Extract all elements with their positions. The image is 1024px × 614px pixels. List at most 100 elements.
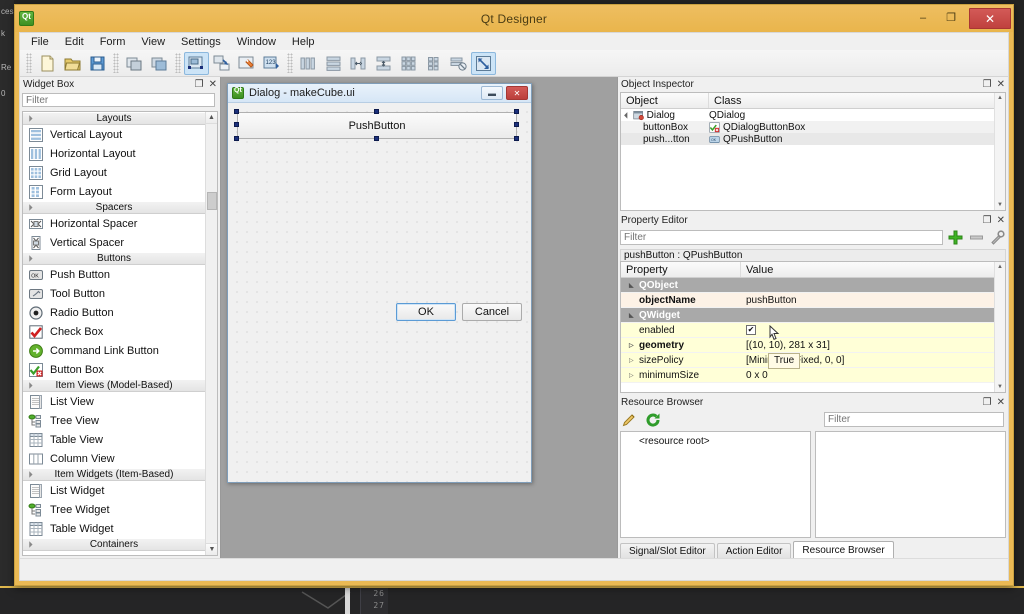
- widget-box-filter-input[interactable]: [22, 93, 215, 107]
- new-form-button[interactable]: [35, 52, 60, 75]
- widget-group-layouts[interactable]: Layouts: [23, 112, 205, 125]
- resource-root-label[interactable]: <resource root>: [621, 432, 810, 447]
- break-layout-button[interactable]: [446, 52, 471, 75]
- widget-item-vertical-spacer[interactable]: Vertical Spacer: [23, 233, 205, 252]
- collapse-triangle-icon[interactable]: ◣: [629, 282, 636, 289]
- widget-item-table-widget[interactable]: Table Widget: [23, 519, 205, 538]
- edit-tab-order-button[interactable]: 123: [259, 52, 284, 75]
- table-row[interactable]: ◣ Dialog QDialog: [621, 109, 1005, 121]
- widget-item-list-view[interactable]: List View: [23, 392, 205, 411]
- selection-handle-top-right[interactable]: [514, 109, 519, 114]
- table-row[interactable]: ▷ geometry [(10, 10), 281 x 31]: [621, 338, 1005, 353]
- property-editor-table[interactable]: Property Value ◣ QObject objectName pushB…: [620, 261, 1006, 393]
- tab-action-editor[interactable]: Action Editor: [716, 543, 792, 558]
- widget-item-column-view[interactable]: Column View: [23, 449, 205, 468]
- selection-handle-bottom-left[interactable]: [234, 136, 239, 141]
- dialog-button-box[interactable]: OK Cancel: [396, 303, 522, 321]
- menu-help[interactable]: Help: [284, 35, 323, 49]
- scroll-up-icon[interactable]: ▲: [206, 112, 217, 124]
- property-group-qobject[interactable]: ◣ QObject: [621, 278, 1005, 293]
- tab-signal-slot-editor[interactable]: Signal/Slot Editor: [620, 543, 715, 558]
- form-canvas-body[interactable]: PushButton OK Cancel: [228, 103, 531, 482]
- layout-form-button[interactable]: [421, 52, 446, 75]
- widget-item-form-layout[interactable]: Form Layout: [23, 182, 205, 201]
- close-button[interactable]: ✕: [969, 8, 1011, 29]
- scroll-down-icon[interactable]: ▼: [997, 202, 1003, 208]
- expand-triangle-icon[interactable]: ▷: [629, 342, 636, 349]
- widget-item-command-link-button[interactable]: Command Link Button: [23, 341, 205, 360]
- scroll-up-icon[interactable]: ▲: [997, 264, 1003, 270]
- menu-window[interactable]: Window: [229, 35, 284, 49]
- cascade-button[interactable]: [122, 52, 147, 75]
- edit-resources-button[interactable]: [620, 413, 638, 428]
- property-value[interactable]: pushButton: [746, 295, 797, 306]
- widget-item-table-view[interactable]: Table View: [23, 430, 205, 449]
- widget-item-horizontal-spacer[interactable]: Horizontal Spacer: [23, 214, 205, 233]
- selection-handle-bottom-center[interactable]: [374, 136, 379, 141]
- widget-item-tree-view[interactable]: Tree View: [23, 411, 205, 430]
- property-group-qwidget[interactable]: ◣ QWidget: [621, 308, 1005, 323]
- table-row[interactable]: ▷ minimumSize 0 x 0: [621, 368, 1005, 383]
- selection-handle-bottom-right[interactable]: [514, 136, 519, 141]
- widget-box-float-button[interactable]: ❐: [195, 79, 204, 90]
- widget-item-radio-button[interactable]: Radio Button: [23, 303, 205, 322]
- resource-tree-pane[interactable]: <resource root>: [620, 431, 811, 538]
- table-row[interactable]: buttonBox QDialogButtonBox: [621, 121, 1005, 133]
- edit-widgets-button[interactable]: [184, 51, 209, 75]
- tab-resource-browser[interactable]: Resource Browser: [793, 541, 894, 558]
- widget-box-close-button[interactable]: ✕: [209, 79, 217, 90]
- ok-button[interactable]: OK: [396, 303, 456, 321]
- expand-triangle-icon[interactable]: ◣: [623, 111, 631, 120]
- form-window[interactable]: Dialog - makeCube.ui ▬ ✕ PushButton: [227, 83, 532, 483]
- cancel-button[interactable]: Cancel: [462, 303, 522, 321]
- remove-property-button[interactable]: [967, 230, 985, 245]
- column-header-value[interactable]: Value: [741, 262, 1005, 277]
- table-row[interactable]: push...tton OK QPushButton: [621, 133, 1005, 145]
- widget-group-spacers[interactable]: Spacers: [23, 201, 205, 214]
- save-form-button[interactable]: [85, 52, 110, 75]
- reload-button[interactable]: [644, 413, 662, 428]
- layout-horizontally-button[interactable]: [296, 52, 321, 75]
- edit-signals-slots-button[interactable]: [209, 52, 234, 75]
- widget-item-button-box[interactable]: Button Box: [23, 360, 205, 379]
- object-inspector-float-button[interactable]: ❐: [983, 79, 992, 90]
- minimize-button[interactable]: –: [909, 9, 937, 28]
- adjust-size-button[interactable]: [471, 51, 496, 75]
- menu-view[interactable]: View: [133, 35, 173, 49]
- widget-item-grid-layout[interactable]: Grid Layout: [23, 163, 205, 182]
- enabled-checkbox[interactable]: ✔: [746, 325, 756, 335]
- selection-handle-middle-left[interactable]: [234, 122, 239, 127]
- table-row[interactable]: enabled ✔: [621, 323, 1005, 340]
- object-inspector-tree[interactable]: Object Class ◣ Dialog QDialog buttonBox …: [620, 92, 1006, 211]
- widget-group-containers[interactable]: Containers: [23, 538, 205, 551]
- resource-browser-close-button[interactable]: ✕: [997, 397, 1005, 408]
- widget-item-vertical-layout[interactable]: Vertical Layout: [23, 125, 205, 144]
- toolbar-grip[interactable]: [26, 53, 32, 73]
- form-minimize-button[interactable]: ▬: [481, 86, 503, 100]
- widget-group-buttons[interactable]: Buttons: [23, 252, 205, 265]
- scroll-down-icon[interactable]: ▼: [997, 384, 1003, 390]
- layout-in-splitter-v-button[interactable]: [371, 52, 396, 75]
- selected-push-button[interactable]: PushButton: [237, 112, 517, 139]
- property-value[interactable]: 0 x 0: [746, 370, 768, 381]
- menu-file[interactable]: File: [23, 35, 57, 49]
- widget-group-item-widgets[interactable]: Item Widgets (Item-Based): [23, 468, 205, 481]
- widget-item-push-button[interactable]: OK Push Button: [23, 265, 205, 284]
- tile-button[interactable]: [147, 52, 172, 75]
- expand-triangle-icon[interactable]: ▷: [629, 372, 636, 379]
- resource-filter-input[interactable]: [824, 412, 1004, 427]
- scroll-down-icon[interactable]: ▼: [206, 543, 217, 555]
- object-inspector-close-button[interactable]: ✕: [997, 79, 1005, 90]
- table-row[interactable]: objectName pushButton: [621, 293, 1005, 308]
- resource-preview-pane[interactable]: [815, 431, 1006, 538]
- menu-edit[interactable]: Edit: [57, 35, 92, 49]
- widget-item-horizontal-layout[interactable]: Horizontal Layout: [23, 144, 205, 163]
- property-value[interactable]: [(10, 10), 281 x 31]: [746, 340, 830, 351]
- table-row[interactable]: ▷sizePolicy [Minimum, Fixed, 0, 0]: [621, 353, 1005, 368]
- widget-item-group-box[interactable]: Group Box: [23, 551, 205, 555]
- maximize-button[interactable]: ❐: [937, 9, 965, 28]
- menu-settings[interactable]: Settings: [173, 35, 229, 49]
- property-editor-close-button[interactable]: ✕: [997, 215, 1005, 226]
- widget-item-check-box[interactable]: Check Box: [23, 322, 205, 341]
- selection-handle-middle-right[interactable]: [514, 122, 519, 127]
